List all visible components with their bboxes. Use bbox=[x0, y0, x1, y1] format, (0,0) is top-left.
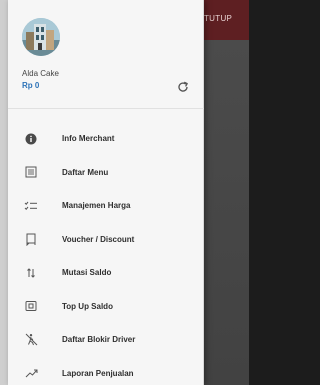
menu-item-mutasi-saldo[interactable]: Mutasi Saldo bbox=[8, 256, 204, 290]
menu-label: Mutasi Saldo bbox=[62, 268, 112, 278]
avatar-image-icon bbox=[22, 18, 60, 56]
trending-up-icon bbox=[24, 366, 38, 380]
transfer-arrows-icon bbox=[24, 266, 38, 280]
menu-item-laporan-penjualan[interactable]: Laporan Penjualan bbox=[8, 357, 204, 385]
menu-item-daftar-menu[interactable]: Daftar Menu bbox=[8, 156, 204, 190]
menu-item-daftar-blokir-driver[interactable]: Daftar Blokir Driver bbox=[8, 323, 204, 357]
menu-item-voucher-discount[interactable]: Voucher / Discount bbox=[8, 223, 204, 257]
blocked-driver-icon bbox=[24, 333, 38, 347]
menu-label: Daftar Menu bbox=[62, 167, 109, 177]
list-icon bbox=[24, 165, 38, 179]
merchant-avatar[interactable] bbox=[22, 18, 60, 56]
profile-divider bbox=[8, 108, 204, 109]
screen-edge bbox=[0, 0, 8, 385]
app-screen: TUTUP Alda Cake Rp 0 Info Merchant Dafta… bbox=[0, 0, 249, 385]
voucher-icon bbox=[24, 232, 38, 246]
profile-header: Alda Cake Rp 0 bbox=[8, 0, 204, 108]
balance-amount: Rp 0 bbox=[22, 81, 40, 90]
info-icon bbox=[24, 132, 38, 146]
refresh-icon[interactable] bbox=[176, 80, 190, 94]
close-status-label: TUTUP bbox=[204, 14, 233, 23]
menu-item-top-up-saldo[interactable]: Top Up Saldo bbox=[8, 290, 204, 324]
menu-item-info-merchant[interactable]: Info Merchant bbox=[8, 122, 204, 156]
drawer-menu: Info Merchant Daftar Menu Manajemen Harg… bbox=[8, 122, 204, 385]
wallet-icon bbox=[24, 299, 38, 313]
menu-label: Info Merchant bbox=[62, 134, 115, 144]
menu-item-manajemen-harga[interactable]: Manajemen Harga bbox=[8, 189, 204, 223]
menu-label: Daftar Blokir Driver bbox=[62, 335, 136, 345]
price-list-icon bbox=[24, 199, 38, 213]
menu-label: Top Up Saldo bbox=[62, 301, 113, 311]
merchant-name: Alda Cake bbox=[22, 69, 59, 78]
menu-label: Manajemen Harga bbox=[62, 201, 131, 211]
menu-label: Laporan Penjualan bbox=[62, 368, 134, 378]
menu-label: Voucher / Discount bbox=[62, 234, 135, 244]
navigation-drawer: Alda Cake Rp 0 Info Merchant Daftar Menu… bbox=[8, 0, 204, 385]
